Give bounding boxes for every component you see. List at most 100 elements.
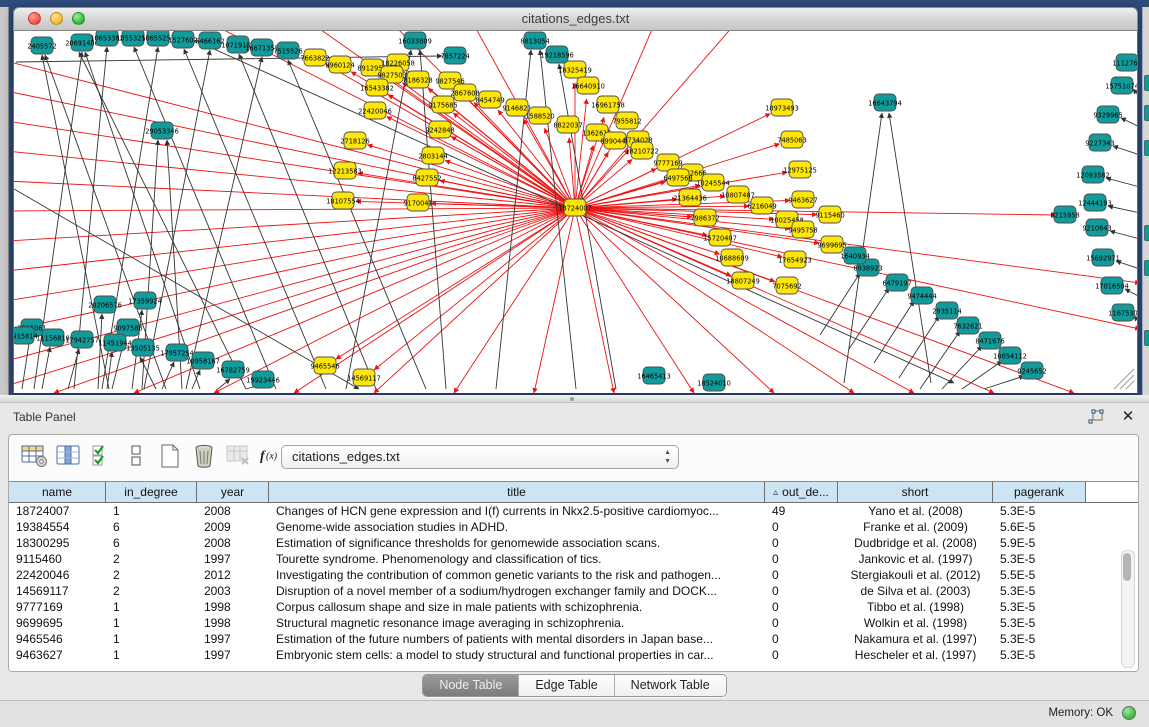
svg-text:7857224: 7857224 bbox=[440, 52, 469, 60]
svg-text:1588520: 1588520 bbox=[525, 112, 554, 120]
column-header-in_degree[interactable]: in_degree bbox=[106, 482, 197, 502]
svg-text:14569117: 14569117 bbox=[347, 374, 381, 382]
cell-year: 1998 bbox=[197, 615, 269, 631]
cell-out_degree: 0 bbox=[765, 599, 838, 615]
column-header-year[interactable]: year bbox=[197, 482, 269, 502]
svg-text:18210722: 18210722 bbox=[625, 147, 659, 155]
vertical-scrollbar[interactable] bbox=[1121, 550, 1135, 668]
attribute-table: f(x) citations_edges.txt ▲▼ namein_degre… bbox=[8, 434, 1139, 672]
svg-text:16465413: 16465413 bbox=[637, 372, 671, 380]
svg-text:16640910: 16640910 bbox=[571, 82, 605, 90]
svg-text:10245544: 10245544 bbox=[696, 179, 730, 187]
table-panel: Table Panel ✕ f(x) citations_edges.txt ▲… bbox=[0, 395, 1149, 700]
float-window-icon[interactable] bbox=[1087, 408, 1105, 426]
cell-short: Yano et al. (2008) bbox=[838, 503, 993, 519]
column-header-pagerank[interactable]: pagerank bbox=[993, 482, 1086, 502]
table-row[interactable]: 911546021997Tourette syndrome. Phenomeno… bbox=[9, 551, 1138, 567]
split-handle-icon bbox=[570, 397, 574, 401]
cell-year: 1997 bbox=[197, 551, 269, 567]
table-row[interactable]: 1938455462009Genome-wide association stu… bbox=[9, 519, 1138, 535]
column-header-name[interactable]: name bbox=[9, 482, 106, 502]
svg-text:17654923: 17654923 bbox=[778, 256, 812, 264]
split-divider[interactable] bbox=[0, 395, 1149, 403]
show-column-button[interactable] bbox=[53, 444, 83, 472]
memory-status-icon bbox=[1122, 706, 1136, 720]
cell-out_degree: 0 bbox=[765, 631, 838, 647]
dropdown-stepper-icon: ▲▼ bbox=[664, 448, 671, 466]
cell-pagerank: 5.3E-5 bbox=[993, 647, 1086, 663]
svg-text:7075692: 7075692 bbox=[772, 282, 801, 290]
table-row[interactable]: 2242004622012Investigating the contribut… bbox=[9, 567, 1138, 583]
svg-text:17942757: 17942757 bbox=[65, 336, 99, 344]
cell-title: Changes of HCN gene expression and I(f) … bbox=[269, 503, 765, 519]
table-row[interactable]: 946362711997Embryonic stem cells: a mode… bbox=[9, 647, 1138, 663]
cell-title: Embryonic stem cells: a model to study s… bbox=[269, 647, 765, 663]
svg-text:2405572: 2405572 bbox=[27, 42, 56, 50]
svg-text:15720407: 15720407 bbox=[703, 234, 737, 242]
table-row[interactable]: 1456911722003Disruption of a novel membe… bbox=[9, 583, 1138, 599]
cell-out_degree: 0 bbox=[765, 551, 838, 567]
table-row[interactable]: 1872400712008Changes of HCN gene express… bbox=[9, 503, 1138, 519]
select-columns-button[interactable] bbox=[87, 444, 117, 472]
table-row[interactable]: 946554611997Estimation of the future num… bbox=[9, 631, 1138, 647]
neighbor-window-node-fragment bbox=[1144, 330, 1149, 346]
svg-text:2935114: 2935114 bbox=[932, 307, 961, 315]
create-column-button[interactable] bbox=[155, 444, 185, 472]
svg-text:18107554: 18107554 bbox=[326, 197, 360, 205]
status-bar: Memory: OK bbox=[0, 700, 1149, 727]
svg-text:8813054: 8813054 bbox=[520, 37, 549, 45]
tab-network-table[interactable]: Network Table bbox=[615, 675, 726, 696]
table-selector-dropdown[interactable]: citations_edges.txt ▲▼ bbox=[281, 445, 679, 469]
svg-text:2803144: 2803144 bbox=[418, 152, 447, 160]
svg-text:19218596: 19218596 bbox=[540, 51, 574, 59]
cell-title: Investigating the contribution of common… bbox=[269, 567, 765, 583]
tab-node-table[interactable]: Node Table bbox=[423, 675, 519, 696]
column-header-title[interactable]: title bbox=[269, 482, 765, 502]
cell-in_degree: 1 bbox=[106, 503, 197, 519]
cytoscape-desktop: citations_edges.txt 76638228960124891295… bbox=[0, 0, 1149, 727]
table-row[interactable]: 977716911998Corpus callosum shape and si… bbox=[9, 599, 1138, 615]
svg-text:17359924: 17359924 bbox=[128, 297, 162, 305]
cell-pagerank: 5.3E-5 bbox=[993, 631, 1086, 647]
cell-pagerank: 5.3E-5 bbox=[993, 551, 1086, 567]
table-row[interactable]: 969969511998Structural magnetic resonanc… bbox=[9, 615, 1138, 631]
svg-text:9227343: 9227343 bbox=[1085, 139, 1114, 147]
column-header-short[interactable]: short bbox=[838, 482, 993, 502]
network-graph-canvas[interactable]: 7663822896012489129541822605898275038186… bbox=[13, 31, 1138, 393]
delete-table-button[interactable] bbox=[223, 444, 253, 472]
svg-text:10958167: 10958167 bbox=[186, 357, 220, 365]
neighbor-window-node-fragment bbox=[1144, 75, 1149, 91]
svg-text:12444193: 12444193 bbox=[1078, 199, 1112, 207]
svg-text:8938923: 8938923 bbox=[853, 264, 882, 272]
neighbor-window-node-fragment bbox=[1144, 260, 1149, 276]
svg-text:7986372: 7986372 bbox=[690, 214, 719, 222]
create-column-icon bbox=[158, 443, 182, 474]
svg-text:8215958: 8215958 bbox=[1050, 211, 1079, 219]
scrollbar-thumb[interactable] bbox=[1123, 553, 1131, 581]
svg-text:16643794: 16643794 bbox=[868, 99, 902, 107]
svg-text:9210643: 9210643 bbox=[1082, 224, 1111, 232]
cell-in_degree: 6 bbox=[106, 535, 197, 551]
tab-edge-table[interactable]: Edge Table bbox=[519, 675, 614, 696]
svg-text:22420046: 22420046 bbox=[358, 107, 392, 115]
close-icon[interactable]: ✕ bbox=[1119, 408, 1137, 426]
svg-text:6216049: 6216049 bbox=[747, 202, 776, 210]
cell-name: 22420046 bbox=[9, 567, 106, 583]
header-filler bbox=[1086, 482, 1138, 502]
cell-pagerank: 5.9E-5 bbox=[993, 535, 1086, 551]
table-mode-button[interactable] bbox=[19, 444, 49, 472]
cell-year: 1998 bbox=[197, 599, 269, 615]
delete-table-icon bbox=[225, 443, 252, 473]
delete-columns-button[interactable] bbox=[189, 444, 219, 472]
cell-name: 9465546 bbox=[9, 631, 106, 647]
svg-text:20206576: 20206576 bbox=[88, 301, 122, 309]
row-height-icon bbox=[128, 443, 144, 473]
network-window-titlebar[interactable]: citations_edges.txt bbox=[13, 7, 1138, 31]
svg-text:9463627: 9463627 bbox=[788, 196, 817, 204]
table-row[interactable]: 1830029562008Estimation of significance … bbox=[9, 535, 1138, 551]
column-header-out_degree[interactable]: ▵out_de... bbox=[765, 482, 838, 502]
cell-pagerank: 5.6E-5 bbox=[993, 519, 1086, 535]
row-height-button[interactable] bbox=[121, 444, 151, 472]
cell-name: 18724007 bbox=[9, 503, 106, 519]
cell-year: 1997 bbox=[197, 631, 269, 647]
